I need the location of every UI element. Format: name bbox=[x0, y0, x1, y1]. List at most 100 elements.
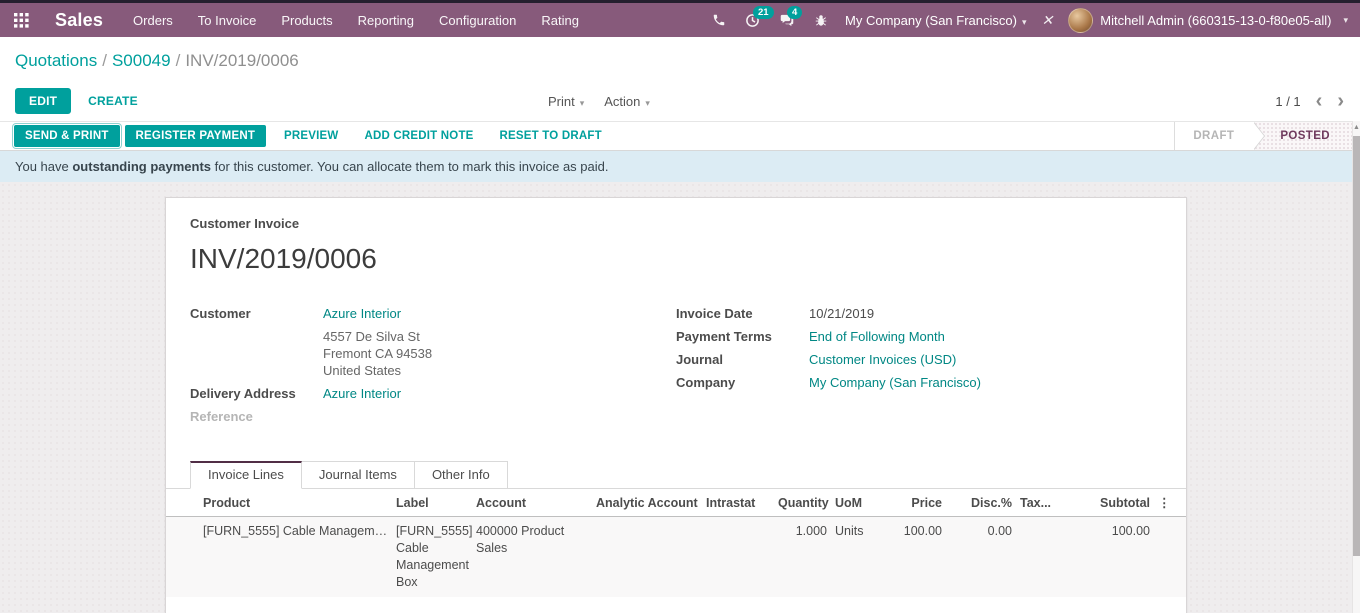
customer-link[interactable]: Azure Interior bbox=[323, 305, 401, 322]
col-product[interactable]: Product bbox=[199, 489, 392, 517]
breadcrumb-quotations[interactable]: Quotations bbox=[15, 51, 97, 70]
status-steps: DRAFT POSTED bbox=[1174, 122, 1352, 150]
breadcrumb: Quotations/S00049/INV/2019/0006 bbox=[0, 37, 1360, 81]
col-label[interactable]: Label bbox=[392, 489, 472, 517]
cell-price: 100.00 bbox=[894, 517, 946, 598]
document-type-label: Customer Invoice bbox=[190, 216, 1162, 231]
col-disc[interactable]: Disc.% bbox=[946, 489, 1016, 517]
menu-to-invoice[interactable]: To Invoice bbox=[198, 13, 257, 28]
fields-right: Invoice Date 10/21/2019 Payment Terms En… bbox=[676, 305, 1162, 431]
app-name[interactable]: Sales bbox=[55, 10, 103, 31]
tab-journal-items[interactable]: Journal Items bbox=[302, 461, 415, 489]
phone-icon[interactable] bbox=[710, 13, 728, 27]
col-subtotal[interactable]: Subtotal bbox=[1066, 489, 1154, 517]
tab-other-info[interactable]: Other Info bbox=[415, 461, 508, 489]
col-price[interactable]: Price bbox=[894, 489, 946, 517]
menu-configuration[interactable]: Configuration bbox=[439, 13, 516, 28]
chevron-down-icon: ▾ bbox=[1343, 15, 1348, 26]
reference-label: Reference bbox=[190, 408, 323, 425]
add-credit-note-button[interactable]: ADD CREDIT NOTE bbox=[364, 130, 473, 142]
drag-handle-cell bbox=[166, 517, 199, 598]
journal-label: Journal bbox=[676, 351, 809, 368]
notebook-tabs: Invoice Lines Journal Items Other Info bbox=[166, 461, 1186, 489]
delivery-address-link[interactable]: Azure Interior bbox=[323, 385, 401, 402]
print-menu[interactable]: Print▾ bbox=[548, 94, 584, 109]
avatar bbox=[1068, 8, 1093, 33]
register-payment-button[interactable]: REGISTER PAYMENT bbox=[125, 125, 267, 147]
activities-badge: 21 bbox=[753, 6, 774, 19]
user-name: Mitchell Admin (660315-13-0-f80e05-all) bbox=[1100, 13, 1331, 28]
status-posted[interactable]: POSTED bbox=[1254, 122, 1352, 150]
company-name: My Company (San Francisco) bbox=[845, 13, 1017, 28]
navbar-left: Sales Orders To Invoice Products Reporti… bbox=[14, 10, 579, 31]
cell-account: 400000 Product Sales bbox=[472, 517, 592, 598]
caret-down-icon: ▾ bbox=[645, 98, 650, 109]
vertical-scrollbar[interactable]: ▲ bbox=[1352, 121, 1360, 613]
invoice-date-label: Invoice Date bbox=[676, 305, 809, 322]
pager-previous-icon[interactable]: ‹ bbox=[1316, 94, 1323, 108]
activities-clock-icon[interactable]: 21 bbox=[743, 13, 762, 28]
pager-next-icon[interactable]: › bbox=[1337, 94, 1344, 108]
create-button[interactable]: CREATE bbox=[88, 94, 138, 108]
form-view-background: Customer Invoice INV/2019/0006 Customer … bbox=[0, 182, 1360, 613]
bug-icon[interactable] bbox=[812, 13, 830, 28]
cell-product: [FURN_5555] Cable Management Box bbox=[199, 517, 392, 598]
status-draft[interactable]: DRAFT bbox=[1175, 122, 1254, 150]
customer-address: 4557 De Silva St Fremont CA 94538 United… bbox=[190, 328, 676, 379]
action-label: Action bbox=[604, 94, 640, 109]
journal-link[interactable]: Customer Invoices (USD) bbox=[809, 351, 956, 368]
messages-icon[interactable]: 4 bbox=[777, 13, 797, 28]
cell-options bbox=[1154, 517, 1186, 598]
cell-intrastat bbox=[702, 517, 774, 598]
invoice-number: INV/2019/0006 bbox=[190, 243, 1162, 275]
odoo-window: Sales Orders To Invoice Products Reporti… bbox=[0, 0, 1360, 613]
cell-uom: Units bbox=[831, 517, 894, 598]
cell-disc: 0.00 bbox=[946, 517, 1016, 598]
outstanding-payments-alert: You have outstanding payments for this c… bbox=[0, 151, 1352, 182]
scrollbar-thumb[interactable] bbox=[1353, 136, 1360, 556]
preview-button[interactable]: PREVIEW bbox=[284, 130, 338, 142]
apps-grid-icon[interactable] bbox=[14, 13, 29, 28]
breadcrumb-separator: / bbox=[171, 51, 186, 70]
field-groups: Customer Azure Interior 4557 De Silva St… bbox=[190, 305, 1162, 431]
col-quantity[interactable]: Quantity bbox=[774, 489, 831, 517]
invoice-date-value: 10/21/2019 bbox=[809, 305, 874, 322]
payment-terms-link[interactable]: End of Following Month bbox=[809, 328, 945, 345]
main-menu: Orders To Invoice Products Reporting Con… bbox=[133, 13, 579, 28]
company-link[interactable]: My Company (San Francisco) bbox=[809, 374, 981, 391]
edit-button[interactable]: EDIT bbox=[15, 88, 71, 114]
top-navbar: Sales Orders To Invoice Products Reporti… bbox=[0, 3, 1360, 37]
col-intrastat[interactable]: Intrastat bbox=[702, 489, 774, 517]
statusbar-buttons: SEND & PRINT REGISTER PAYMENT PREVIEW AD… bbox=[14, 125, 615, 147]
menu-rating[interactable]: Rating bbox=[541, 13, 579, 28]
col-account[interactable]: Account bbox=[472, 489, 592, 517]
optional-columns-icon[interactable]: ⋮ bbox=[1154, 489, 1186, 517]
breadcrumb-separator: / bbox=[97, 51, 112, 70]
col-analytic-account[interactable]: Analytic Account bbox=[592, 489, 702, 517]
reset-to-draft-button[interactable]: RESET TO DRAFT bbox=[500, 130, 602, 142]
support-tools-icon[interactable]: ✕ bbox=[1042, 12, 1054, 29]
cell-subtotal: 100.00 bbox=[1066, 517, 1154, 598]
alert-text: You have outstanding payments for this c… bbox=[15, 159, 608, 174]
col-uom[interactable]: UoM bbox=[831, 489, 894, 517]
empty-row bbox=[166, 597, 1186, 613]
breadcrumb-s00049[interactable]: S00049 bbox=[112, 51, 171, 70]
address-line: Fremont CA 94538 bbox=[323, 345, 676, 362]
fields-left: Customer Azure Interior 4557 De Silva St… bbox=[190, 305, 676, 431]
action-menu[interactable]: Action ▾ bbox=[604, 94, 650, 109]
tab-invoice-lines[interactable]: Invoice Lines bbox=[190, 461, 302, 489]
menu-orders[interactable]: Orders bbox=[133, 13, 173, 28]
col-taxes[interactable]: Tax... bbox=[1016, 489, 1066, 517]
customer-label: Customer bbox=[190, 305, 323, 322]
scroll-up-icon[interactable]: ▲ bbox=[1353, 121, 1360, 135]
send-and-print-button[interactable]: SEND & PRINT bbox=[14, 125, 120, 147]
menu-products[interactable]: Products bbox=[281, 13, 332, 28]
invoice-line-row[interactable]: [FURN_5555] Cable Management Box [FURN_5… bbox=[166, 517, 1186, 598]
control-panel: Quotations/S00049/INV/2019/0006 EDIT CRE… bbox=[0, 37, 1360, 121]
cell-taxes bbox=[1016, 517, 1066, 598]
menu-reporting[interactable]: Reporting bbox=[358, 13, 414, 28]
payment-terms-label: Payment Terms bbox=[676, 328, 809, 345]
cell-analytic-account bbox=[592, 517, 702, 598]
user-menu[interactable]: Mitchell Admin (660315-13-0-f80e05-all) … bbox=[1068, 8, 1348, 33]
company-switcher[interactable]: My Company (San Francisco)▾ bbox=[845, 13, 1026, 28]
